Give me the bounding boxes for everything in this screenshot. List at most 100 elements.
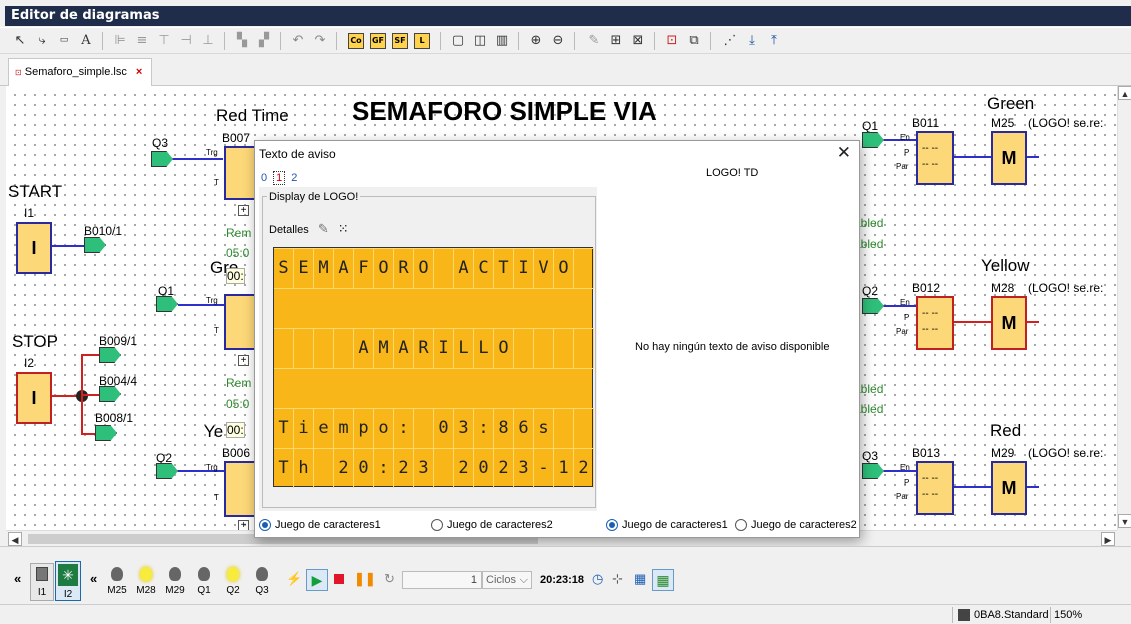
select-arrow-icon[interactable]: ↖ — [10, 31, 30, 51]
input-flag-q3-right[interactable] — [862, 463, 884, 479]
output-flag-b010[interactable] — [84, 237, 106, 253]
pause-icon[interactable]: ❚❚ — [354, 571, 376, 587]
device-status: 0BA8.Standard — [974, 609, 1049, 621]
edit-icon[interactable]: ✎ — [584, 31, 604, 51]
numeric-icon[interactable]: ▭ — [54, 31, 74, 51]
expand-icon[interactable]: + — [238, 355, 249, 366]
play-icon[interactable]: ▶ — [306, 569, 328, 591]
edit-icon[interactable]: ✎ — [318, 221, 329, 236]
relay-block-b011[interactable]: -- -- -- -- — [916, 131, 954, 185]
marker-m29-block[interactable]: M — [991, 461, 1027, 515]
timer-block-green[interactable] — [224, 294, 258, 350]
move-up-icon[interactable]: ⤒ — [764, 31, 784, 51]
lcd-cell — [274, 328, 294, 368]
radio-dot[interactable] — [735, 519, 747, 531]
tab-1[interactable]: 1 — [273, 171, 286, 185]
power-icon[interactable]: ⚡ — [286, 571, 302, 587]
input-i2-block[interactable]: I — [16, 372, 52, 424]
ungroup-icon[interactable]: ▞ — [254, 31, 274, 51]
input-flag-q2[interactable] — [156, 463, 178, 479]
output-flag-b004[interactable] — [99, 386, 121, 402]
marker-m25-block[interactable]: M — [991, 131, 1027, 185]
relay-block-b013[interactable]: -- -- -- -- — [916, 461, 954, 515]
align-top-icon[interactable]: ⊤ — [154, 31, 174, 51]
gf-block-button[interactable]: GF — [370, 33, 386, 49]
clear-icon[interactable]: ⊠ — [628, 31, 648, 51]
output-flag-b009[interactable] — [99, 347, 121, 363]
connect-icon[interactable]: ⤷ — [32, 31, 52, 51]
radio-charset1-left[interactable]: Juego de caracteres1 — [259, 519, 381, 531]
snap-icon[interactable]: ⋰ — [720, 31, 740, 51]
zoom-out-icon[interactable]: ⊖ — [548, 31, 568, 51]
group-icon[interactable]: ▚ — [232, 31, 252, 51]
lcd-cell: m — [334, 408, 354, 448]
tab-0[interactable]: 0 — [261, 172, 267, 184]
scroll-right-icon[interactable]: ▶ — [1101, 532, 1115, 546]
scroll-up-icon[interactable]: ▲ — [1118, 86, 1131, 100]
cycle-count-input[interactable]: 1 — [402, 571, 482, 589]
input-i2-toggle[interactable]: ✳ I2 — [55, 561, 81, 601]
text-tool-icon[interactable]: A — [76, 31, 96, 51]
radio-charset2-right[interactable]: Juego de caracteres2 — [735, 519, 857, 531]
network-icon[interactable]: ⧉ — [684, 31, 704, 51]
co-block-button[interactable]: Co — [348, 33, 364, 49]
collapse-left-icon[interactable]: « — [14, 571, 21, 586]
timer-block-b007[interactable] — [224, 146, 258, 200]
collapse-icon[interactable]: « — [90, 571, 97, 586]
network-icon[interactable]: ⊹ — [612, 571, 623, 587]
label-en: En — [900, 463, 910, 472]
stop-icon[interactable] — [334, 574, 344, 584]
l-block-button[interactable]: L — [414, 33, 430, 49]
close-icon[interactable]: × — [136, 66, 142, 78]
cycle-unit-select[interactable]: Ciclos ⌵ — [482, 571, 532, 589]
view-single-icon[interactable]: ▢ — [448, 31, 468, 51]
view-double-icon[interactable]: ◫ — [470, 31, 490, 51]
expand-icon[interactable]: + — [238, 205, 249, 216]
tab-2[interactable]: 2 — [291, 172, 297, 184]
marker-m28-block[interactable]: M — [991, 296, 1027, 350]
chevron-down-icon: ⌵ — [519, 574, 528, 586]
label-t: T — [214, 178, 219, 187]
simulation-icon[interactable]: ⊡ — [662, 31, 682, 51]
radio-dot[interactable] — [606, 519, 618, 531]
grid-view-icon[interactable]: ▦ — [652, 569, 674, 591]
radio-charset2-left[interactable]: Juego de caracteres2 — [431, 519, 553, 531]
tab-semaforo-simple[interactable]: ⊡ Semaforo_simple.lsc × — [8, 58, 152, 86]
vertical-scrollbar[interactable]: ▲ ▼ — [1117, 86, 1131, 530]
scroll-down-icon[interactable]: ▼ — [1118, 514, 1131, 528]
scroll-left-icon[interactable]: ◀ — [8, 532, 22, 546]
align-left-icon[interactable]: ⊫ — [110, 31, 130, 51]
align-bottom-icon[interactable]: ⊥ — [198, 31, 218, 51]
output-flag-b008[interactable] — [95, 425, 117, 441]
radio-dot[interactable] — [431, 519, 443, 531]
clock-icon[interactable]: ◷ — [592, 571, 603, 587]
align-center-icon[interactable]: ≡ — [132, 31, 152, 51]
redo-icon[interactable]: ↷ — [310, 31, 330, 51]
view-triple-icon[interactable]: ▥ — [492, 31, 512, 51]
table-icon[interactable]: ▦ — [634, 571, 646, 587]
input-i1-block[interactable]: I — [16, 222, 52, 274]
lcd-row: Th20:232023-12 — [274, 448, 594, 488]
timer-block-b006[interactable] — [224, 461, 258, 517]
reset-icon[interactable]: ↻ — [384, 571, 395, 587]
sf-block-button[interactable]: SF — [392, 33, 408, 49]
input-flag-q1-right[interactable] — [862, 132, 884, 148]
close-icon[interactable]: ✕ — [837, 143, 851, 163]
relay-block-b012[interactable]: -- -- -- -- — [916, 296, 954, 350]
label-time-3: 00: — [226, 268, 245, 284]
lcd-cell: A — [354, 328, 374, 368]
move-down-icon[interactable]: ⤓ — [742, 31, 762, 51]
zoom-in-icon[interactable]: ⊕ — [526, 31, 546, 51]
expand-icon[interactable]: + — [238, 520, 249, 530]
radio-label: Juego de caracteres1 — [275, 519, 381, 531]
input-flag-q2-right[interactable] — [862, 298, 884, 314]
input-flag-q1[interactable] — [156, 296, 178, 312]
grid-icon[interactable]: ⊞ — [606, 31, 626, 51]
undo-icon[interactable]: ↶ — [288, 31, 308, 51]
settings-icon[interactable]: ⁙ — [338, 221, 349, 236]
radio-charset1-right[interactable]: Juego de caracteres1 — [606, 519, 728, 531]
input-flag-q3[interactable] — [151, 151, 173, 167]
radio-dot[interactable] — [259, 519, 271, 531]
align-middle-icon[interactable]: ⊣ — [176, 31, 196, 51]
input-i1-toggle[interactable]: I1 — [30, 563, 54, 601]
